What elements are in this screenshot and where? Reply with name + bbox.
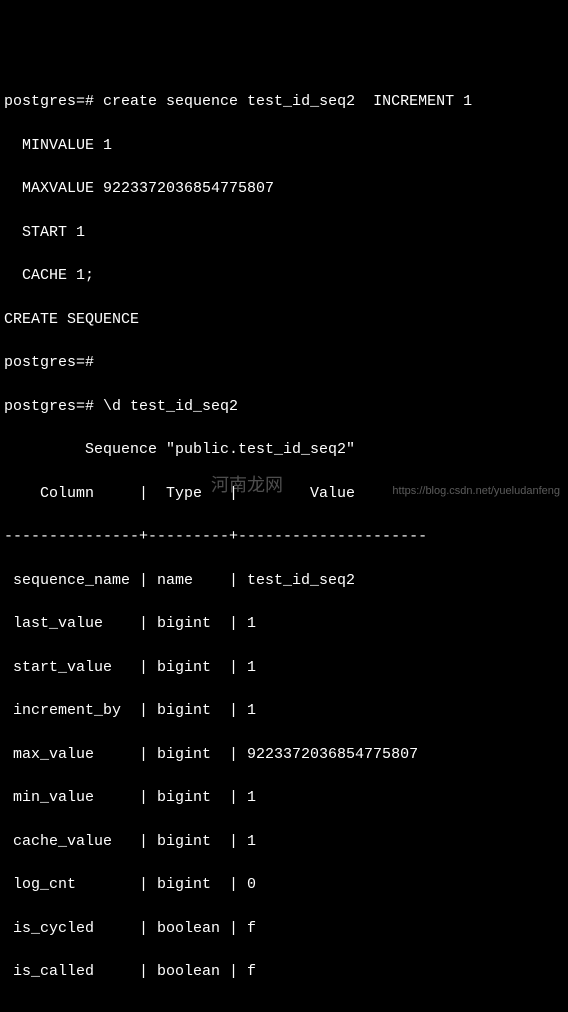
watermark-cn: 河南龙网 bbox=[211, 472, 283, 498]
table-row: min_value | bigint | 1 bbox=[4, 787, 564, 809]
terminal-line: postgres=# create sequence test_id_seq2 … bbox=[4, 91, 564, 113]
terminal-line: postgres=# bbox=[4, 352, 564, 374]
terminal-line: MINVALUE 1 bbox=[4, 135, 564, 157]
table-separator: ---------------+---------+--------------… bbox=[4, 526, 564, 548]
sequence-title: Sequence "public.test_id_seq2" bbox=[4, 439, 564, 461]
prompt: postgres=# bbox=[4, 354, 94, 371]
response-line: CREATE SEQUENCE bbox=[4, 309, 564, 331]
prompt: postgres=# bbox=[4, 93, 94, 110]
terminal-line: postgres=# \d test_id_seq2 bbox=[4, 396, 564, 418]
table-row: is_cycled | boolean | f bbox=[4, 918, 564, 940]
table-row: log_cnt | bigint | 0 bbox=[4, 874, 564, 896]
table-row: increment_by | bigint | 1 bbox=[4, 700, 564, 722]
terminal-line: CACHE 1; bbox=[4, 265, 564, 287]
prompt: postgres=# bbox=[4, 398, 94, 415]
command-text: create sequence test_id_seq2 INCREMENT 1 bbox=[103, 93, 472, 110]
command-text: \d test_id_seq2 bbox=[103, 398, 238, 415]
table-row: is_called | boolean | f bbox=[4, 961, 564, 983]
terminal-line: START 1 bbox=[4, 222, 564, 244]
table-row: cache_value | bigint | 1 bbox=[4, 831, 564, 853]
table-row: max_value | bigint | 9223372036854775807 bbox=[4, 744, 564, 766]
table-row: sequence_name | name | test_id_seq2 bbox=[4, 570, 564, 592]
terminal-line: MAXVALUE 9223372036854775807 bbox=[4, 178, 564, 200]
table-row: start_value | bigint | 1 bbox=[4, 657, 564, 679]
table-row: last_value | bigint | 1 bbox=[4, 613, 564, 635]
watermark-url: https://blog.csdn.net/yueludanfeng bbox=[392, 484, 560, 500]
